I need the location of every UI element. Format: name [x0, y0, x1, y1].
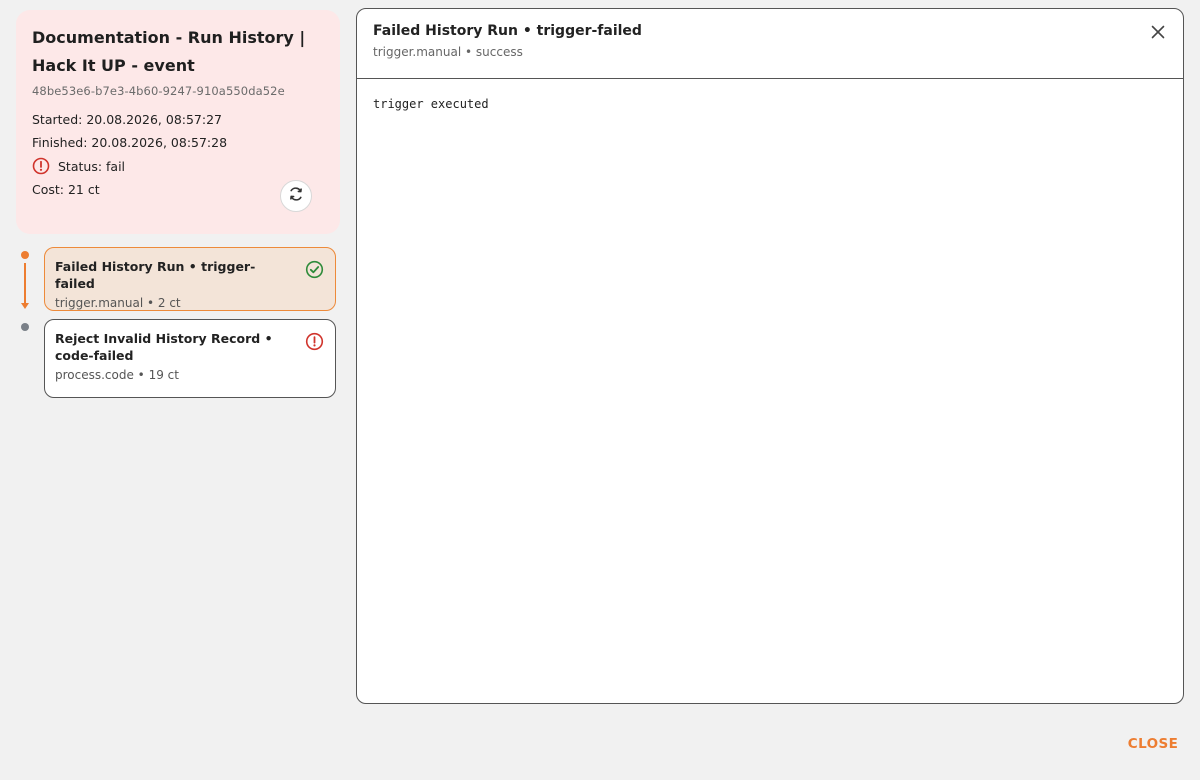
run-history-dialog: Documentation - Run History | Hack It UP… — [0, 0, 1200, 780]
step-detail-panel: Failed History Run • trigger-failed trig… — [356, 8, 1184, 704]
timeline-dot-active — [21, 251, 29, 259]
step-subtitle: trigger.manual • 2 ct — [55, 296, 181, 310]
step-item-trigger[interactable]: Failed History Run • trigger-failed trig… — [44, 247, 336, 311]
check-circle-icon — [305, 260, 324, 279]
step-title: Reject Invalid History Record • code-fai… — [55, 331, 273, 363]
run-title: Documentation - Run History | Hack It UP… — [32, 28, 306, 75]
detail-subtitle: trigger.manual • success — [373, 45, 523, 59]
finished-time: Finished: 20.08.2026, 08:57:28 — [32, 135, 228, 150]
step-subtitle: process.code • 19 ct — [55, 368, 179, 382]
refresh-button[interactable] — [280, 180, 312, 212]
run-id: 48be53e6-b7e3-4b60-9247-910a550da52e — [32, 84, 285, 98]
detail-header: Failed History Run • trigger-failed trig… — [357, 9, 1183, 79]
started-time: Started: 20.08.2026, 08:57:27 — [32, 112, 223, 127]
alert-circle-icon — [32, 157, 50, 175]
status-text: Status: fail — [58, 158, 126, 174]
alert-circle-icon — [305, 332, 324, 351]
step-item-code[interactable]: Reject Invalid History Record • code-fai… — [44, 319, 336, 398]
close-icon[interactable] — [1149, 23, 1167, 41]
step-title: Failed History Run • trigger-failed — [55, 259, 256, 291]
timeline-arrow — [21, 303, 29, 309]
status-row: Status: fail — [32, 156, 324, 176]
timeline-dot-inactive — [21, 323, 29, 331]
close-button[interactable]: CLOSE — [1122, 736, 1184, 756]
refresh-icon — [287, 185, 305, 207]
detail-output: trigger executed — [373, 97, 489, 111]
detail-title: Failed History Run • trigger-failed — [373, 23, 642, 39]
timeline-connector — [24, 263, 26, 305]
